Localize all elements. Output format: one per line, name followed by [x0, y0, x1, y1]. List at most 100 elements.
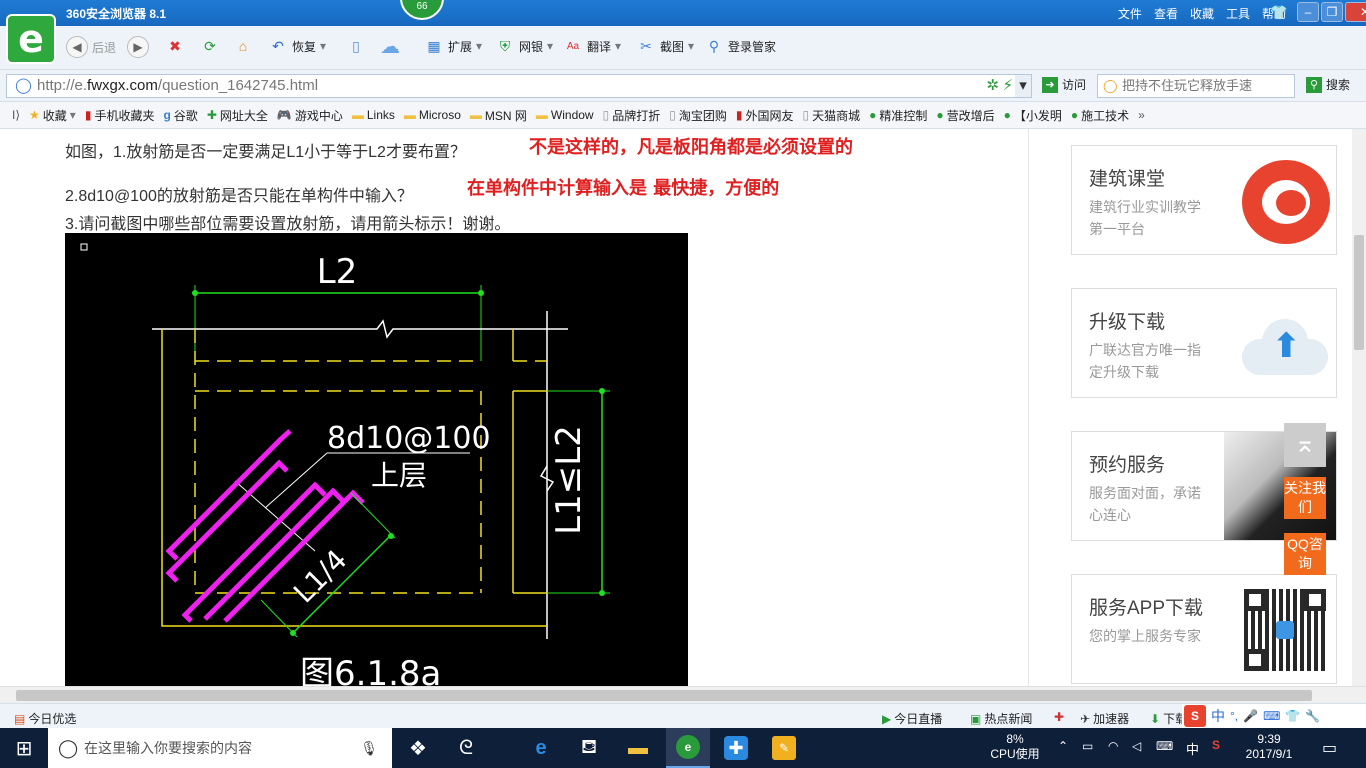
fav-item[interactable]: ▮ 手机收藏夹 — [85, 107, 155, 124]
page-icon: ▯ — [602, 108, 610, 122]
page-content: 如图，1.放射筋是否一定要满足L1小于等于L2才要布置？ 不是这样的，凡是板阳角… — [0, 129, 1352, 686]
tray-expand-icon[interactable]: ⌃ — [1058, 739, 1068, 753]
menu-view[interactable]: 查看 — [1154, 5, 1178, 22]
volume-icon[interactable]: ◁ — [1132, 739, 1141, 753]
today-live[interactable]: ▶ 今日直播 — [882, 710, 942, 727]
stop-icon[interactable]: ✖ — [165, 36, 185, 56]
refresh-icon[interactable]: ⟳ — [200, 36, 220, 56]
url-input[interactable]: ◯ http://e.fwxgx.com/question_1642745.ht… — [6, 74, 1032, 98]
windows-start-icon[interactable]: ⊞ — [10, 734, 38, 762]
taskbar-360-browser[interactable]: e — [666, 728, 710, 768]
phone-icon[interactable]: ▯ — [346, 36, 366, 56]
card-app-download[interactable]: 服务APP下载 您的掌上服务专家 — [1071, 574, 1337, 684]
screenshot-button[interactable]: ✂ 截图 ▾ — [636, 36, 694, 56]
close-button[interactable]: ✕ — [1345, 2, 1366, 22]
back-button[interactable]: ◀ 后退 — [66, 36, 116, 58]
more-favorites-icon[interactable]: » — [1138, 108, 1145, 122]
clock[interactable]: 9:39 2017/9/1 — [1240, 732, 1298, 762]
restore-button[interactable]: ↶ 恢复 ▾ — [268, 36, 326, 56]
today-picks[interactable]: ▤ 今日优选 — [14, 710, 76, 727]
folder-icon: ▬ — [535, 108, 548, 122]
score-badge[interactable]: 66 — [400, 0, 444, 20]
fav-item[interactable]: ▬ Window — [536, 108, 594, 122]
fav-item[interactable]: ● 【小发明 — [1004, 107, 1062, 124]
fav-item[interactable]: ● 精准控制 — [869, 107, 927, 124]
menu-file[interactable]: 文件 — [1118, 5, 1142, 22]
fav-item[interactable]: ▬ Links — [352, 108, 395, 122]
fav-item[interactable]: ▬ Microso — [404, 108, 461, 122]
follow-us-button[interactable]: 关注我们 — [1284, 477, 1326, 519]
fav-item[interactable]: ▯ 淘宝团购 — [669, 107, 727, 124]
answer-2: 在单构件中计算输入是 最快捷，方便的 — [467, 178, 780, 199]
horizontal-scrollbar[interactable] — [0, 686, 1366, 703]
medical-icon[interactable]: ✚ — [1054, 710, 1064, 724]
battery-icon[interactable]: ▭ — [1082, 739, 1093, 753]
fav-item[interactable]: 🎮 游戏中心 — [277, 107, 343, 124]
task-view-icon[interactable]: ❖ — [404, 734, 432, 762]
notes-icon[interactable]: ✎ — [772, 736, 796, 760]
home-icon[interactable]: ⌂ — [233, 36, 253, 56]
go-button[interactable]: ➜ 访问 — [1042, 76, 1086, 93]
qq-consult-button[interactable]: QQ咨询 — [1284, 533, 1326, 575]
lightning-icon[interactable]: ⚡ — [1002, 75, 1013, 97]
card-building-class[interactable]: 建筑课堂 建筑行业实训教学第一平台 — [1071, 145, 1337, 255]
dropdown-icon[interactable]: ▾ — [1015, 75, 1031, 97]
explorer-folder-icon[interactable]: ▬ — [624, 734, 652, 762]
translate-button[interactable]: Aa 翻译 ▾ — [563, 36, 621, 56]
store-icon[interactable]: ⛾ — [575, 734, 603, 762]
vertical-scrollbar[interactable] — [1352, 129, 1366, 686]
edge-icon[interactable]: e — [527, 734, 555, 762]
taskbar-search-input[interactable]: ◯ 在这里输入你要搜索的内容 🎙 — [48, 728, 392, 768]
fav-item[interactable]: ● 营改增后 — [936, 107, 994, 124]
fav-item[interactable]: ▯ 天猫商城 — [802, 107, 860, 124]
keyboard-icon: ⌨ — [1263, 709, 1281, 723]
mobile-icon: ▮ — [84, 108, 92, 122]
app-swirl-icon[interactable]: ᘓ — [452, 734, 480, 762]
menu-tools[interactable]: 工具 — [1226, 5, 1250, 22]
search-button[interactable]: ⚲ 搜索 — [1306, 76, 1350, 93]
app-cross-icon[interactable]: ✚ — [724, 736, 748, 760]
card-upgrade-download[interactable]: 升级下载 广联达官方唯一指定升级下载 ⬆ — [1071, 288, 1337, 398]
ime-indicator[interactable]: 中 — [1186, 739, 1199, 758]
skin-icon[interactable]: 👕 — [1270, 4, 1287, 21]
back-to-top-button[interactable]: ⌅ — [1284, 423, 1326, 467]
microphone-icon: 🎙 — [360, 740, 378, 756]
sogou-icon[interactable]: S — [1212, 738, 1220, 752]
cloud-icon[interactable]: ☁ — [380, 36, 400, 58]
extend-button[interactable]: ▦ 扩展 ▾ — [424, 36, 482, 56]
gift-icon: ▤ — [14, 711, 26, 726]
notification-icon[interactable]: ▭ — [1322, 738, 1337, 758]
page-icon: ◯ — [15, 77, 32, 94]
menu-favorites[interactable]: 收藏 — [1190, 5, 1214, 22]
favorites-button[interactable]: ★ 收藏 ▾ — [29, 107, 76, 124]
fav-item[interactable]: ✚ 网址大全 — [207, 107, 268, 124]
fav-item[interactable]: ● 施工技术 — [1071, 107, 1129, 124]
security-icon[interactable]: ✲ — [986, 75, 999, 97]
search-input[interactable]: ◯ 把持不住玩它释放手速 — [1097, 74, 1295, 98]
keyboard-icon[interactable]: ⌨ — [1156, 739, 1173, 753]
sidebar-toggle-icon[interactable]: I⟩ — [12, 108, 20, 122]
bookmark-icon: ▮ — [735, 108, 743, 122]
forward-button[interactable]: ▶ — [127, 36, 149, 58]
login-manager-button[interactable]: ⚲ 登录管家 — [704, 36, 776, 56]
rocket-icon: ✈ — [1080, 711, 1091, 726]
folder-icon: ▬ — [403, 108, 416, 122]
cpu-usage[interactable]: 8% CPU使用 — [990, 732, 1040, 762]
wifi-icon[interactable]: ◠ — [1108, 739, 1118, 753]
fav-item[interactable]: ▯ 品牌打折 — [603, 107, 661, 124]
fav-item[interactable]: ▬ MSN 网 — [470, 107, 527, 124]
hot-news[interactable]: ▣ 热点新闻 — [970, 710, 1032, 727]
accelerator[interactable]: ✈ 加速器 — [1080, 710, 1129, 727]
bank-button[interactable]: ⛨ 网银 ▾ — [495, 36, 553, 56]
grid-icon: ▦ — [427, 37, 441, 54]
folder-icon: ▬ — [351, 108, 364, 122]
maximize-button[interactable]: ❐ — [1321, 2, 1343, 22]
fav-item[interactable]: ▮ 外国网友 — [736, 107, 794, 124]
cad-dim-top: L2 — [317, 252, 358, 292]
minimize-button[interactable]: – — [1297, 2, 1319, 22]
browser-logo[interactable]: e — [6, 14, 56, 64]
page-icon: ▯ — [802, 108, 810, 122]
ime-toolbar[interactable]: S 中 °, 🎤 ⌨ 👕 🔧 — [1182, 704, 1366, 728]
cloud-upload-icon: ⬆ — [1242, 315, 1328, 375]
fav-item[interactable]: g 谷歌 — [163, 107, 197, 124]
